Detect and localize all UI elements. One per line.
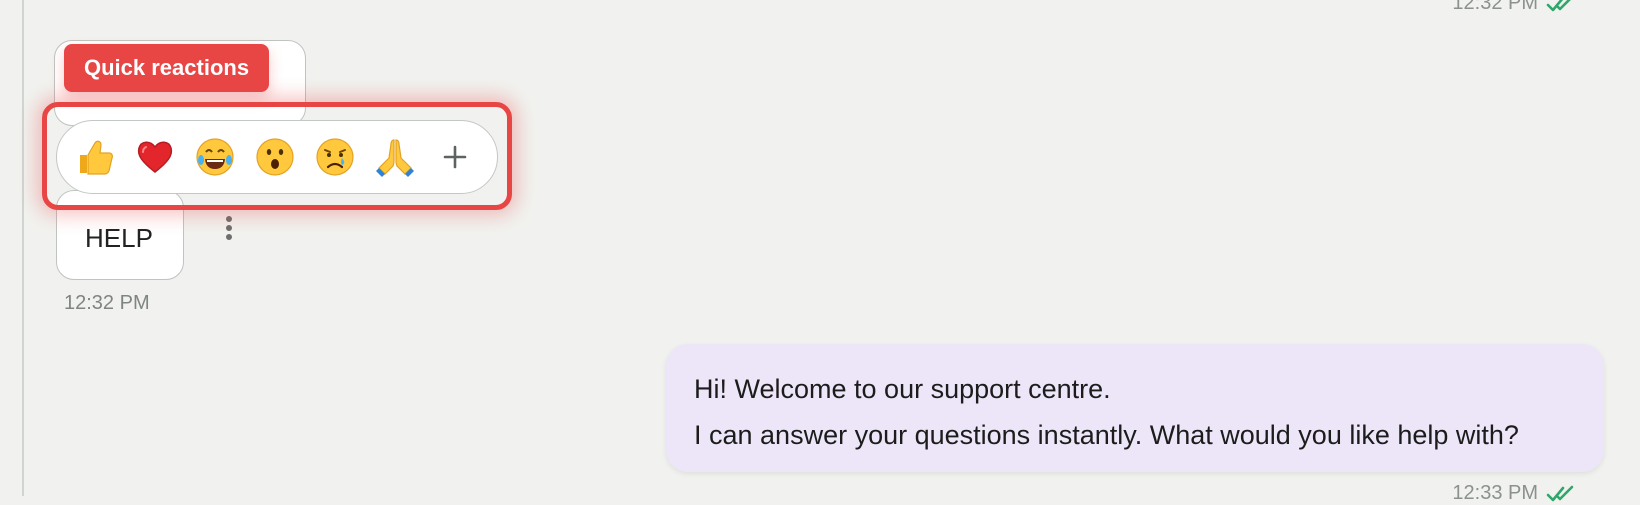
message-time: 12:32 PM [64, 292, 150, 314]
quick-reactions-tooltip: Quick reactions [64, 44, 270, 92]
message-text-line: I can answer your questions instantly. W… [694, 420, 1519, 450]
more-options-icon[interactable] [224, 216, 234, 246]
reactions-highlight-frame [42, 102, 512, 210]
message-meta: 12:33 PM [1452, 482, 1576, 505]
message-time: 12:33 PM [1452, 482, 1538, 504]
message-meta: 12:32 PM [1452, 0, 1576, 15]
chat-thread[interactable]: 12:32 PM ...ins HELP 12:32 PM [24, 0, 1640, 504]
message-text: HELP [85, 223, 153, 253]
double-check-icon [1546, 0, 1576, 13]
message-time: 12:32 PM [1452, 0, 1538, 14]
outgoing-message-bubble[interactable]: Hi! Welcome to our support centre. I can… [666, 344, 1604, 472]
message-text-line: Hi! Welcome to our support centre. [694, 374, 1111, 404]
double-check-icon [1546, 485, 1576, 503]
